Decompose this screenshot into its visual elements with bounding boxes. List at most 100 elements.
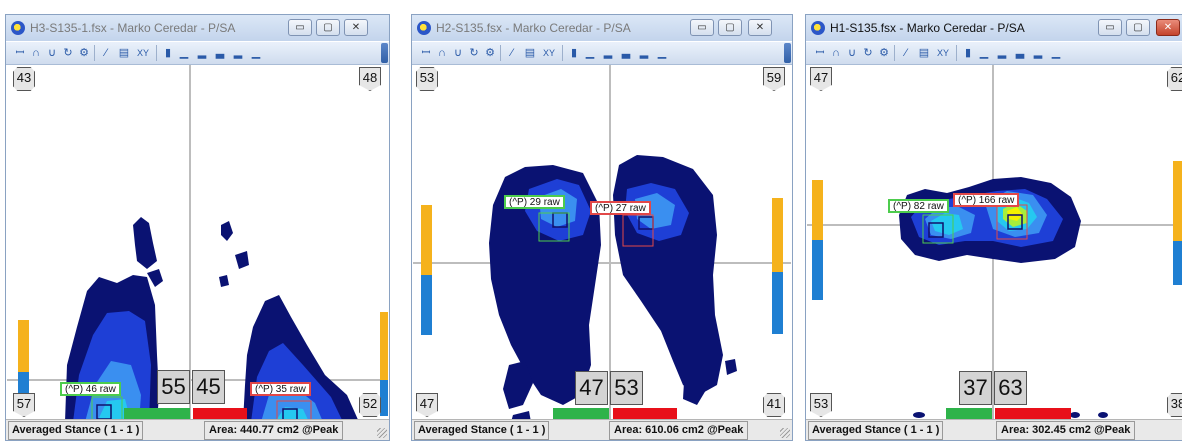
toolbar: ꟷ ∩ ∪ ↻ ⚙ ⁄ ▤ XY ▮ ▁ ▂ ▃ ▂ ▁ [6,42,389,65]
status-bar: Averaged Stance ( 1 - 1 ) Area: 302.45 c… [806,419,1182,440]
chart-icon[interactable]: ▁ [656,46,668,60]
rotate-icon[interactable]: ↻ [468,46,480,60]
title-bar[interactable]: H1-S135.fsx - Marko Ceredar - P/SA ▭ ▢ ✕ [806,15,1182,41]
minimize-button[interactable]: ▭ [288,19,312,36]
bars-icon[interactable]: ▮ [962,46,974,60]
feet-outline-icon[interactable]: ∪ [46,46,58,60]
status-area: Area: 302.45 cm2 @Peak [996,421,1136,440]
footprint-icon[interactable]: ꟷ [814,46,826,60]
chart-icon[interactable]: ▂ [1032,46,1044,60]
grid-icon[interactable]: ▤ [524,46,536,60]
chart-icon[interactable]: ▂ [196,46,208,60]
title-bar[interactable]: H3-S135-1.fsx - Marko Ceredar - P/SA ▭ ▢… [6,15,389,41]
peak-label-left: (^P) 29 raw [504,195,565,209]
footprint-icon[interactable]: ꟷ [420,46,432,60]
window-title: H2-S135.fsx - Marko Ceredar - P/SA [436,21,631,35]
status-stance: Averaged Stance ( 1 - 1 ) [8,421,144,440]
chart-icon[interactable]: ▁ [250,46,262,60]
pressure-plot: 43 48 57 52 (^P) 46 raw (^P) 35 raw 55 4… [7,65,388,422]
peak-label-left: (^P) 82 raw [888,199,949,213]
toolbar-separator [894,45,895,61]
close-button[interactable]: ✕ [344,19,368,36]
xy-button[interactable]: XY [934,46,952,60]
window-title: H3-S135-1.fsx - Marko Ceredar - P/SA [30,21,236,35]
chart-icon[interactable]: ▃ [1014,46,1026,60]
toolbar-separator [956,45,957,61]
pressure-plot: 47 62 53 38 (^P) 82 raw (^P) 166 raw 37 … [807,65,1182,422]
load-right-total: 53 [610,371,643,405]
peak-label-right: (^P) 27 raw [590,201,651,215]
title-bar[interactable]: H2-S135.fsx - Marko Ceredar - P/SA ▭ ▢ ✕ [412,15,792,41]
line-tool-icon[interactable]: ⁄ [100,46,112,60]
pressure-window-h1: H1-S135.fsx - Marko Ceredar - P/SA ▭ ▢ ✕… [805,14,1182,441]
resize-grip-icon[interactable] [377,428,387,438]
app-icon [417,21,431,35]
status-stance: Averaged Stance ( 1 - 1 ) [808,421,944,440]
status-bar: Averaged Stance ( 1 - 1 ) Area: 440.77 c… [6,419,389,440]
chart-icon[interactable]: ▂ [602,46,614,60]
maximize-button[interactable]: ▢ [1126,19,1150,36]
load-left-total: 37 [959,371,992,405]
minimize-button[interactable]: ▭ [1098,19,1122,36]
settings-icon[interactable]: ⚙ [878,46,890,60]
footprint-icon[interactable]: ꟷ [14,46,26,60]
corner-top-left: 43 [13,67,35,91]
close-button[interactable]: ✕ [748,19,772,36]
maximize-button[interactable]: ▢ [316,19,340,36]
corner-bottom-right: 52 [359,393,381,417]
corner-bottom-right: 41 [763,393,785,417]
chart-icon[interactable]: ▂ [996,46,1008,60]
feet-outline-icon[interactable]: ∪ [452,46,464,60]
chart-icon[interactable]: ▁ [1050,46,1062,60]
feet-icon[interactable]: ∩ [830,46,842,60]
status-area: Area: 440.77 cm2 @Peak [204,421,344,440]
toolbar-separator [156,45,157,61]
line-tool-icon[interactable]: ⁄ [900,46,912,60]
pressure-plot: 53 59 47 41 (^P) 29 raw (^P) 27 raw 47 5… [413,65,791,422]
rotate-icon[interactable]: ↻ [862,46,874,60]
chart-icon[interactable]: ▁ [978,46,990,60]
load-left-total: 47 [575,371,608,405]
chart-icon[interactable]: ▃ [214,46,226,60]
rotate-icon[interactable]: ↻ [62,46,74,60]
load-right-total: 45 [192,370,225,404]
peak-label-right: (^P) 35 raw [250,382,311,396]
maximize-button[interactable]: ▢ [718,19,742,36]
load-right-total: 63 [994,371,1027,405]
bars-icon[interactable]: ▮ [568,46,580,60]
toolbar-overflow-icon[interactable] [381,43,388,63]
resize-grip-icon[interactable] [780,428,790,438]
toolbar: ꟷ ∩ ∪ ↻ ⚙ ⁄ ▤ XY ▮ ▁ ▂ ▃ ▂ ▁ [806,42,1182,65]
corner-top-right: 62 [1167,67,1182,91]
xy-button[interactable]: XY [540,46,558,60]
bars-icon[interactable]: ▮ [162,46,174,60]
toolbar-overflow-icon[interactable] [784,43,791,63]
toolbar-separator [562,45,563,61]
window-title: H1-S135.fsx - Marko Ceredar - P/SA [830,21,1025,35]
pressure-map [807,65,1182,422]
pressure-window-h2: H2-S135.fsx - Marko Ceredar - P/SA ▭ ▢ ✕… [411,14,793,441]
chart-icon[interactable]: ▂ [232,46,244,60]
corner-top-left: 53 [416,67,438,91]
pressure-window-h3: H3-S135-1.fsx - Marko Ceredar - P/SA ▭ ▢… [5,14,390,441]
status-stance: Averaged Stance ( 1 - 1 ) [414,421,550,440]
grid-icon[interactable]: ▤ [118,46,130,60]
line-tool-icon[interactable]: ⁄ [506,46,518,60]
chart-icon[interactable]: ▁ [178,46,190,60]
pressure-map [7,65,388,422]
settings-icon[interactable]: ⚙ [78,46,90,60]
close-button[interactable]: ✕ [1156,19,1180,36]
corner-bottom-right: 38 [1167,393,1182,417]
app-icon [11,21,25,35]
grid-icon[interactable]: ▤ [918,46,930,60]
app-icon [811,21,825,35]
feet-outline-icon[interactable]: ∪ [846,46,858,60]
feet-icon[interactable]: ∩ [436,46,448,60]
feet-icon[interactable]: ∩ [30,46,42,60]
chart-icon[interactable]: ▁ [584,46,596,60]
minimize-button[interactable]: ▭ [690,19,714,36]
chart-icon[interactable]: ▂ [638,46,650,60]
xy-button[interactable]: XY [134,46,152,60]
settings-icon[interactable]: ⚙ [484,46,496,60]
chart-icon[interactable]: ▃ [620,46,632,60]
